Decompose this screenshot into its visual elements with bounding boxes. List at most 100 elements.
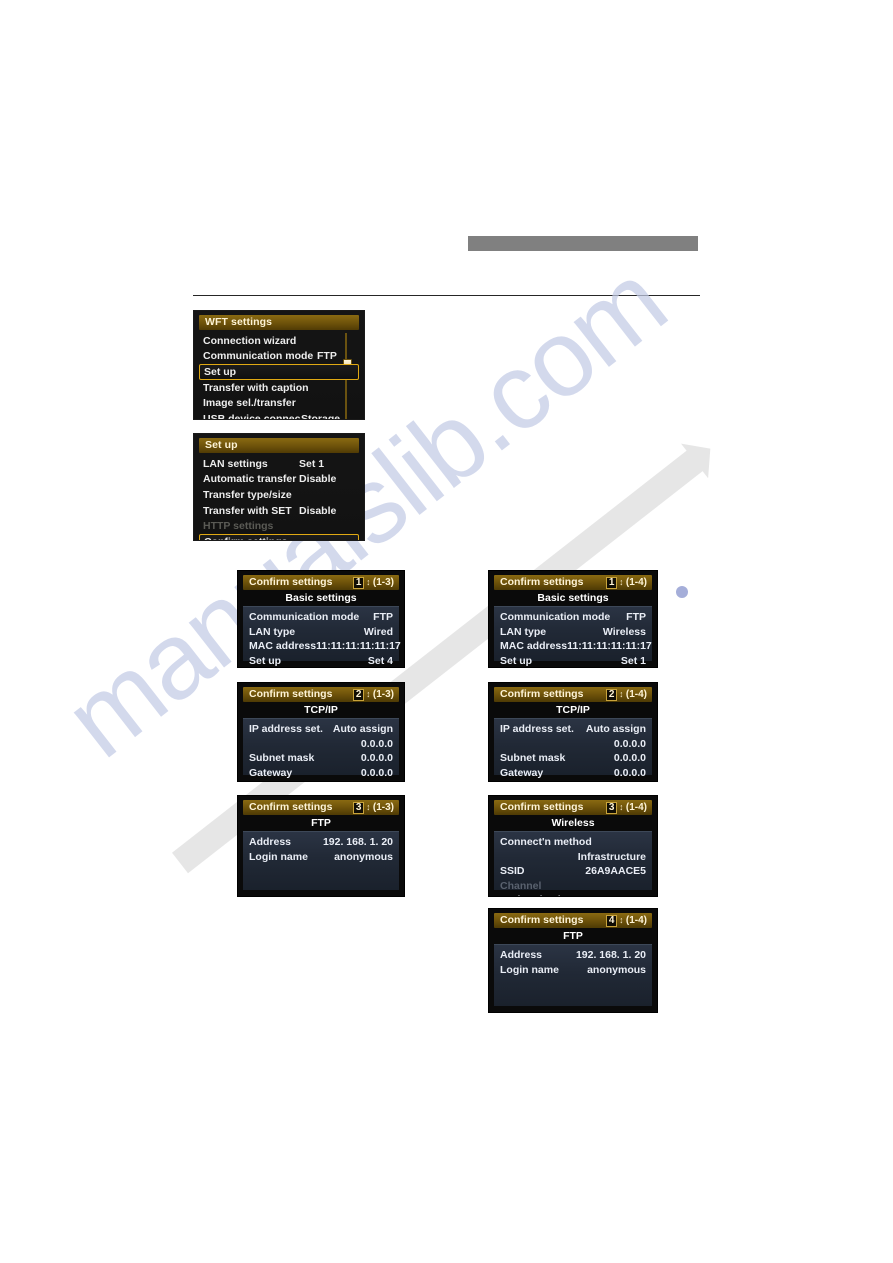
confirm-row: Gateway 0.0.0.0: [249, 766, 393, 781]
menu-item-lan-settings[interactable]: LAN settings Set 1: [199, 456, 359, 472]
confirm-titlebar: Confirm settings 2 ↕ (1-3): [243, 687, 399, 702]
confirm-title: Confirm settings: [249, 688, 333, 701]
confirm-row: LAN type Wired: [249, 625, 393, 640]
menu-item-connection-wizard[interactable]: Connection wizard: [199, 333, 359, 349]
menu-item-automatic-transfer[interactable]: Automatic transfer Disable: [199, 472, 359, 488]
menu-item-usb-device-connec[interactable]: USB device connec. Storage: [199, 411, 359, 419]
row-key: Channel: [500, 879, 542, 892]
setup-screen: Set up LAN settings Set 1 Automatic tran…: [193, 433, 365, 541]
row-key: LAN type: [249, 625, 296, 638]
row-value: Set 1: [620, 654, 646, 667]
confirm-title: Confirm settings: [249, 801, 333, 814]
confirm-titlebar: Confirm settings 1 ↕ (1-4): [494, 575, 652, 590]
confirm-row: Communication mode FTP: [249, 610, 393, 625]
confirm-settings-wireless-4: Confirm settings 4 ↕ (1-4) FTP Address 1…: [488, 908, 658, 1013]
up-down-arrow-icon: ↕: [619, 689, 624, 699]
confirm-row: LAN type Wireless: [500, 625, 646, 640]
page-number: 2: [352, 688, 365, 701]
menu-item-label: Transfer with SET: [203, 504, 292, 517]
menu-item-label: LAN settings: [203, 457, 268, 470]
confirm-row: Login name anonymous: [500, 963, 646, 978]
confirm-settings-wired-2: Confirm settings 2 ↕ (1-3) TCP/IP IP add…: [237, 682, 405, 782]
page-number: 2: [605, 688, 618, 701]
row-key: Communication mode: [500, 611, 611, 624]
confirm-title: Confirm settings: [500, 576, 584, 589]
row-key: Login name: [500, 963, 559, 976]
page-number: 3: [352, 801, 365, 814]
page-indicator[interactable]: 1 ↕ (1-4): [605, 576, 647, 589]
redacted-header-block: [468, 236, 698, 251]
row-key: Gateway: [249, 766, 293, 779]
row-value: Open system: [580, 894, 646, 896]
header-divider-rule: [193, 295, 700, 296]
up-down-arrow-icon: ↕: [366, 577, 371, 587]
menu-item-http-settings: HTTP settings: [199, 518, 359, 534]
confirm-row: Connect'n method: [500, 835, 646, 850]
confirm-row: 0.0.0.0: [500, 737, 646, 752]
setup-title: Set up: [205, 439, 238, 452]
row-key: IP address set.: [249, 723, 323, 736]
menu-item-label: Connection wizard: [203, 334, 297, 347]
confirm-body: Connect'n method Infrastructure SSID 26A…: [494, 831, 652, 896]
menu-item-value: Disable: [299, 504, 337, 517]
menu-item-label: Automatic transfer: [203, 473, 297, 486]
menu-item-set-up[interactable]: Set up: [199, 364, 359, 380]
page-range: (1-3): [372, 801, 394, 813]
confirm-body: Communication mode FTP LAN type Wired MA…: [243, 606, 401, 667]
menu-item-communication-mode[interactable]: Communication mode FTP: [199, 349, 359, 365]
row-key: Set up: [500, 654, 533, 667]
confirm-settings-wireless-3: Confirm settings 3 ↕ (1-4) Wireless Conn…: [488, 795, 658, 897]
confirm-section-title: Basic settings: [238, 590, 404, 606]
row-value: 192. 168. 1. 20: [322, 836, 393, 849]
confirm-title: Confirm settings: [500, 914, 584, 927]
menu-item-transfer-with-set[interactable]: Transfer with SET Disable: [199, 503, 359, 519]
page-indicator[interactable]: 1 ↕ (1-3): [352, 576, 394, 589]
confirm-row: Communication mode FTP: [500, 610, 646, 625]
menu-item-value: Disable: [299, 473, 337, 486]
confirm-row: Gateway 0.0.0.0: [500, 766, 646, 781]
menu-item-label: Confirm settings: [204, 536, 287, 540]
row-value: 0.0.0.0: [360, 737, 393, 750]
row-value: 0.0.0.0: [360, 766, 393, 779]
row-key: Authentication: [500, 894, 574, 896]
row-value: FTP: [373, 611, 393, 624]
confirm-section-title: FTP: [489, 928, 657, 944]
confirm-row: Set up Set 1: [500, 654, 646, 668]
page-indicator[interactable]: 2 ↕ (1-4): [605, 688, 647, 701]
menu-item-label: Set up: [204, 365, 237, 378]
row-value: 26A9AACE5: [585, 865, 646, 878]
page-number: 3: [605, 801, 618, 814]
confirm-body: Address 192. 168. 1. 20 Login name anony…: [243, 831, 399, 890]
row-value: Set 4: [367, 654, 393, 667]
menu-item-transfer-type-size[interactable]: Transfer type/size: [199, 487, 359, 503]
page-indicator[interactable]: 3 ↕ (1-3): [352, 801, 394, 814]
up-down-arrow-icon: ↕: [619, 802, 624, 812]
confirm-body: IP address set. Auto assign 0.0.0.0 Subn…: [494, 718, 652, 779]
page-range: (1-4): [625, 688, 647, 700]
confirm-row: Set up Set 4: [249, 654, 393, 668]
page-range: (1-4): [625, 801, 647, 813]
row-value: 0.0.0.0: [613, 766, 646, 779]
confirm-section-title: Wireless: [489, 815, 657, 831]
menu-item-confirm-settings[interactable]: Confirm settings: [199, 533, 359, 540]
confirm-row: MAC address 11:11:11:11:11:17: [249, 639, 401, 654]
confirm-body: Communication mode FTP LAN type Wireless…: [494, 606, 652, 667]
page-sheet: [0, 0, 893, 1263]
confirm-row: IP address set. Auto assign: [249, 722, 393, 737]
row-value: Auto assign: [585, 723, 646, 736]
wft-settings-title: WFT settings: [205, 316, 273, 329]
row-value: 11:11:11:11:11:17: [567, 640, 652, 653]
confirm-row: Subnet mask 0.0.0.0: [249, 751, 393, 766]
confirm-settings-wired-1: Confirm settings 1 ↕ (1-3) Basic setting…: [237, 570, 405, 668]
row-value: Auto assign: [332, 723, 393, 736]
confirm-settings-wireless-2: Confirm settings 2 ↕ (1-4) TCP/IP IP add…: [488, 682, 658, 782]
page-indicator[interactable]: 2 ↕ (1-3): [352, 688, 394, 701]
page-indicator[interactable]: 4 ↕ (1-4): [605, 914, 647, 927]
menu-item-value: FTP: [317, 350, 337, 363]
wft-settings-titlebar: WFT settings: [199, 315, 359, 330]
page-indicator[interactable]: 3 ↕ (1-4): [605, 801, 647, 814]
menu-item-image-sel-transfer[interactable]: Image sel./transfer: [199, 395, 359, 411]
up-down-arrow-icon: ↕: [366, 802, 371, 812]
menu-item-label: Communication mode: [203, 350, 314, 363]
menu-item-transfer-with-caption[interactable]: Transfer with caption: [199, 380, 359, 396]
